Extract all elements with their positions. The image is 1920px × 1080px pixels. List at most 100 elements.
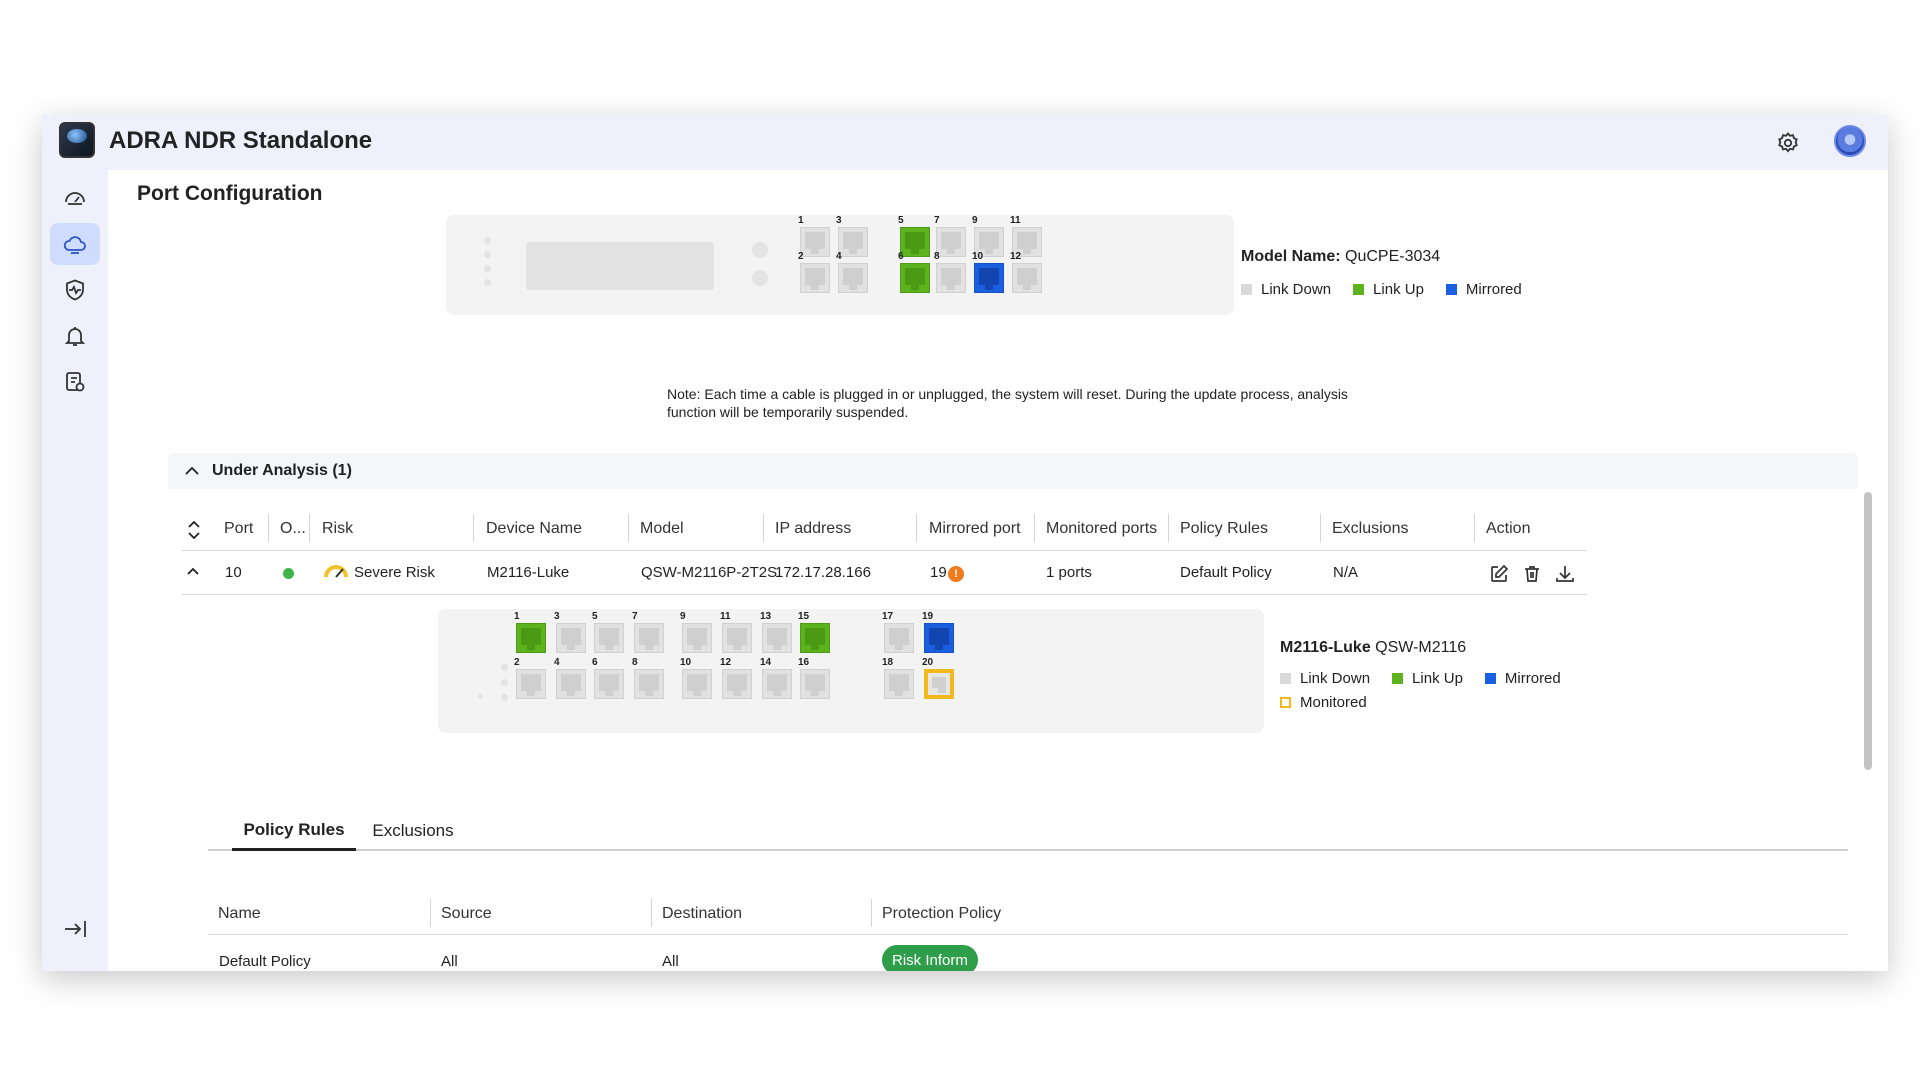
port-number-label: 4	[836, 251, 842, 262]
warning-icon[interactable]: !	[948, 566, 964, 582]
port-16[interactable]	[800, 669, 830, 699]
port-6[interactable]	[594, 669, 624, 699]
online-status-dot	[283, 568, 294, 579]
row-ip: 172.17.28.166	[775, 564, 871, 581]
column-divider	[473, 514, 474, 542]
port-5[interactable]	[594, 623, 624, 653]
col-port[interactable]: Port	[224, 520, 253, 538]
expand-sidebar-icon	[65, 921, 86, 937]
port-number-label: 4	[554, 657, 560, 668]
device-led	[484, 279, 491, 286]
row-exclusions: N/A	[1333, 564, 1359, 581]
sidebar-item-security[interactable]	[50, 269, 100, 311]
port-19[interactable]	[924, 623, 954, 653]
port-12[interactable]	[1012, 263, 1042, 293]
legend-mirrored: Mirrored	[1465, 280, 1522, 298]
reset-note: Note: Each time a cable is plugged in or…	[667, 386, 1348, 420]
port-8[interactable]	[634, 669, 664, 699]
port-9[interactable]	[682, 623, 712, 653]
port-2[interactable]	[800, 263, 830, 293]
port-2[interactable]	[516, 669, 546, 699]
sidebar-item-network[interactable]	[50, 223, 100, 265]
col-exclusions[interactable]: Exclusions	[1332, 520, 1408, 538]
port-number-label: 5	[592, 611, 598, 622]
sort-icon[interactable]	[186, 519, 202, 541]
port-6[interactable]	[900, 263, 930, 293]
port-18[interactable]	[884, 669, 914, 699]
port-5[interactable]	[900, 227, 930, 257]
edit-icon	[1491, 564, 1509, 582]
expand-sidebar-button[interactable]	[60, 915, 90, 943]
port-15[interactable]	[800, 623, 830, 653]
port-13[interactable]	[762, 623, 792, 653]
tab-policy-rules[interactable]: Policy Rules	[232, 811, 356, 851]
user-avatar[interactable]	[1834, 125, 1866, 157]
link-down-swatch	[1241, 283, 1252, 295]
column-divider	[1168, 514, 1169, 542]
settings-button[interactable]	[1774, 129, 1802, 157]
under-analysis-title: Under Analysis (1)	[212, 462, 352, 479]
port-11[interactable]	[722, 623, 752, 653]
detail-tabs: Policy Rules Exclusions	[208, 811, 1848, 851]
delete-button[interactable]	[1521, 563, 1543, 585]
under-analysis-panel: Under Analysis (1) Port O... Risk Device…	[168, 453, 1858, 971]
port-number-label: 11	[1010, 215, 1021, 226]
port-number-label: 7	[934, 215, 940, 226]
port-4[interactable]	[556, 669, 586, 699]
bell-icon	[64, 327, 86, 346]
port-17[interactable]	[884, 623, 914, 653]
under-analysis-header[interactable]: Under Analysis (1)	[168, 453, 1858, 489]
port-10[interactable]	[682, 669, 712, 699]
port-14[interactable]	[762, 669, 792, 699]
col-risk[interactable]: Risk	[322, 520, 353, 538]
port-number-label: 15	[798, 611, 810, 622]
app-logo	[59, 122, 95, 158]
col-mirrored-port[interactable]: Mirrored port	[929, 520, 1021, 538]
port-1[interactable]	[800, 227, 830, 257]
dashboard-gauge-icon	[65, 192, 85, 205]
port-1[interactable]	[516, 623, 546, 653]
col-model[interactable]: Model	[640, 520, 684, 538]
shield-heartbeat-icon	[66, 279, 84, 301]
device-legend: Model Name: QuCPE-3034 Link Down Link Up…	[1241, 243, 1544, 301]
sidebar-item-dashboard[interactable]	[50, 177, 100, 219]
port-number-label: 12	[1010, 251, 1022, 262]
port-10[interactable]	[974, 263, 1004, 293]
port-number-label: 12	[720, 657, 732, 668]
row-monitored-ports: 1 ports	[1046, 564, 1092, 581]
port-number-label: 13	[760, 611, 772, 622]
col-monitored-ports[interactable]: Monitored ports	[1046, 520, 1157, 538]
port-3[interactable]	[556, 623, 586, 653]
row-mirrored-port: 19	[930, 564, 947, 581]
port-number-label: 16	[798, 657, 810, 668]
sidebar-item-alerts[interactable]	[50, 315, 100, 357]
port-number-label: 14	[760, 657, 772, 668]
device-front-panel: 1 2 3 4 5 6 7 8 9 10 11 12	[446, 215, 1234, 315]
port-8[interactable]	[936, 263, 966, 293]
vertical-scrollbar[interactable]	[1864, 492, 1872, 770]
download-button[interactable]	[1554, 563, 1576, 585]
legend-link-down: Link Down	[1261, 280, 1332, 298]
port-20[interactable]	[924, 669, 954, 699]
port-7[interactable]	[936, 227, 966, 257]
tab-exclusions[interactable]: Exclusions	[368, 811, 458, 851]
port-number-label: 20	[922, 657, 934, 668]
col-ip-address[interactable]: IP address	[775, 520, 851, 538]
col-device-name[interactable]: Device Name	[486, 520, 582, 538]
column-divider	[268, 514, 269, 542]
port-4[interactable]	[838, 263, 868, 293]
link-down-swatch	[1280, 672, 1291, 684]
port-12[interactable]	[722, 669, 752, 699]
port-number-label: 6	[898, 251, 904, 262]
col-policy-rules[interactable]: Policy Rules	[1180, 520, 1268, 538]
policy-row-source: All	[441, 953, 458, 970]
sidebar-item-reports[interactable]	[50, 361, 100, 403]
chevron-up-icon[interactable]	[186, 565, 200, 577]
edit-button[interactable]	[1488, 563, 1510, 585]
legend-link-up: Link Up	[1373, 280, 1424, 298]
port-number-label: 8	[934, 251, 940, 262]
port-3[interactable]	[838, 227, 868, 257]
port-7[interactable]	[634, 623, 664, 653]
col-online[interactable]: O...	[280, 520, 306, 538]
port-number-label: 2	[798, 251, 804, 262]
